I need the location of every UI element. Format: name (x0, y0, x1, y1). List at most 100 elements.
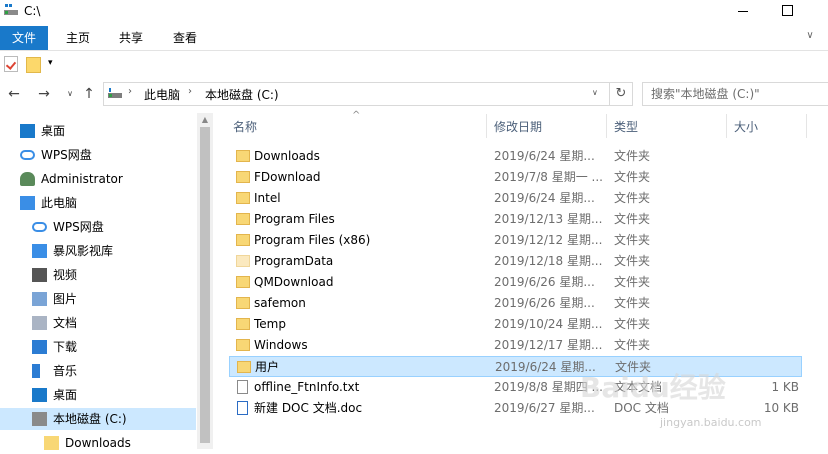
file-name: FDownload (254, 170, 321, 184)
file-row[interactable]: Windows 2019/12/17 星期... 文件夹 (229, 335, 802, 356)
hidden-folder-icon (236, 255, 250, 267)
nav-item-label: 视频 (53, 268, 78, 282)
breadcrumb-local-disk[interactable]: 本地磁盘 (C:) (205, 86, 279, 103)
desktop-icon (32, 388, 47, 402)
tab-file[interactable]: 文件 (0, 26, 48, 50)
nav-item-label: Administrator (41, 172, 123, 186)
tab-share[interactable]: 共享 (108, 26, 154, 50)
watermark-url: jingyan.baidu.com (660, 416, 762, 429)
file-type: 文件夹 (614, 233, 651, 247)
file-date-modified: 2019/12/17 星期... (494, 338, 603, 352)
tab-view[interactable]: 查看 (162, 26, 208, 50)
download-icon (32, 340, 47, 354)
column-divider[interactable] (806, 114, 807, 138)
refresh-icon[interactable]: ↻ (610, 82, 633, 106)
file-row[interactable]: QMDownload 2019/6/26 星期... 文件夹 (229, 272, 802, 293)
file-row[interactable]: Intel 2019/6/24 星期... 文件夹 (229, 188, 802, 209)
nav-item[interactable]: 桌面 (0, 384, 196, 406)
folder-icon (236, 318, 250, 330)
file-type: 文件夹 (614, 191, 651, 205)
file-name: Windows (254, 338, 308, 352)
file-row[interactable]: safemon 2019/6/26 星期... 文件夹 (229, 293, 802, 314)
maximize-button[interactable] (770, 0, 806, 24)
customize-toolbar-dropdown-icon[interactable]: ▾ (48, 58, 58, 68)
folder-icon (236, 213, 250, 225)
user-icon (20, 172, 35, 186)
nav-item[interactable]: 文档 (0, 312, 196, 334)
tab-home[interactable]: 主页 (56, 26, 100, 50)
column-divider[interactable] (486, 114, 487, 138)
file-row[interactable]: FDownload 2019/7/8 星期一 ... 文件夹 (229, 167, 802, 188)
nav-item[interactable]: 本地磁盘 (C:) (0, 408, 196, 430)
file-row[interactable]: Downloads 2019/6/24 星期... 文件夹 (229, 146, 802, 167)
nav-item[interactable]: 此电脑 (0, 192, 196, 214)
file-row[interactable]: ProgramData 2019/12/18 星期... 文件夹 (229, 251, 802, 272)
video-icon (32, 268, 47, 282)
breadcrumb-this-pc[interactable]: 此电脑 (144, 86, 180, 103)
folder-icon (236, 297, 250, 309)
properties-check-icon[interactable] (4, 56, 18, 72)
file-name: Intel (254, 191, 281, 205)
expand-ribbon-chevron-icon[interactable]: ∨ (803, 30, 817, 44)
minimize-button[interactable] (724, 0, 764, 24)
folder-icon (44, 436, 59, 450)
new-folder-icon[interactable] (26, 57, 41, 73)
column-header-size[interactable]: 大小 (734, 118, 758, 136)
file-row[interactable]: Temp 2019/10/24 星期... 文件夹 (229, 314, 802, 335)
file-type: 文件夹 (614, 254, 651, 268)
file-row[interactable]: Program Files 2019/12/13 星期... 文件夹 (229, 209, 802, 230)
file-name: 新建 DOC 文档.doc (254, 401, 363, 415)
nav-item[interactable]: WPS网盘 (0, 144, 196, 166)
column-header-date-modified[interactable]: 修改日期 (494, 118, 542, 136)
nav-item-label: WPS网盘 (41, 148, 92, 162)
file-date-modified: 2019/6/24 星期... (494, 149, 595, 163)
file-row[interactable]: Program Files (x86) 2019/12/12 星期... 文件夹 (229, 230, 802, 251)
nav-item[interactable]: 音乐 (0, 360, 196, 382)
nav-item[interactable]: 图片 (0, 288, 196, 310)
folder-icon (236, 150, 250, 162)
column-header-type[interactable]: 类型 (614, 118, 638, 136)
forward-arrow-icon[interactable]: → (35, 85, 53, 103)
file-type: 文件夹 (614, 170, 651, 184)
nav-item[interactable]: 视频 (0, 264, 196, 286)
nav-pane-scrollbar-thumb[interactable] (200, 127, 210, 443)
breadcrumb-separator-icon[interactable]: › (188, 86, 192, 97)
address-dropdown-chevron-icon[interactable]: ∨ (592, 88, 598, 97)
nav-item[interactable]: Downloads (0, 432, 196, 454)
nav-item[interactable]: 桌面 (0, 120, 196, 142)
file-type: 文件夹 (614, 338, 651, 352)
sort-ascending-icon: ^ (352, 110, 361, 121)
column-header-name[interactable]: 名称 (233, 118, 257, 136)
file-name: QMDownload (254, 275, 334, 289)
back-arrow-icon[interactable]: ← (5, 85, 23, 103)
nav-item-label: 此电脑 (41, 196, 78, 210)
scroll-up-arrow-icon[interactable]: ▲ (197, 113, 213, 127)
folder-icon (236, 234, 250, 246)
nav-item[interactable]: 下载 (0, 336, 196, 358)
nav-item[interactable]: WPS网盘 (0, 216, 196, 238)
search-box[interactable] (642, 82, 828, 106)
drive-icon (32, 412, 47, 426)
nav-item-label: 桌面 (41, 124, 66, 138)
desktop-icon (20, 124, 35, 138)
nav-item[interactable]: Administrator (0, 168, 196, 190)
file-type: 文件夹 (614, 212, 651, 226)
column-divider[interactable] (606, 114, 607, 138)
file-type: 文件夹 (614, 149, 651, 163)
quick-access-toolbar (0, 52, 828, 78)
media-library-icon (32, 244, 47, 258)
computer-icon (108, 88, 122, 98)
folder-icon (236, 192, 250, 204)
file-date-modified: 2019/12/18 星期... (494, 254, 603, 268)
breadcrumb-separator-icon[interactable]: › (128, 86, 132, 97)
nav-item[interactable]: 暴风影视库 (0, 240, 196, 262)
nav-item-label: 文档 (53, 316, 78, 330)
search-input[interactable] (651, 86, 821, 102)
computer-icon (20, 196, 35, 210)
recent-locations-chevron-icon[interactable]: ∨ (61, 85, 79, 103)
folder-icon (236, 276, 250, 288)
nav-item-label: 下载 (53, 340, 78, 354)
column-divider[interactable] (726, 114, 727, 138)
file-date-modified: 2019/7/8 星期一 ... (494, 170, 603, 184)
up-arrow-icon[interactable]: ↑ (80, 85, 98, 103)
